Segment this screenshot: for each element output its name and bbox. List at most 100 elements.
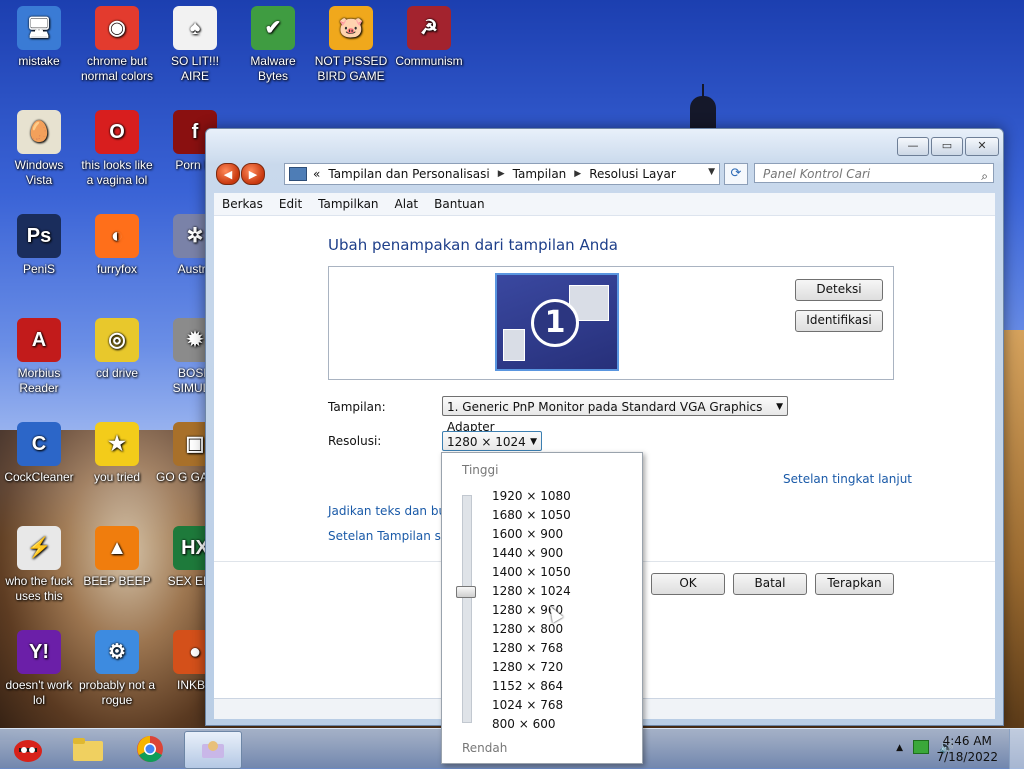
- search-input[interactable]: Panel Kontrol Cari ⌕: [754, 163, 994, 183]
- resolution-slider-track[interactable]: [462, 495, 472, 723]
- desktop-icon[interactable]: ✔ Malware Bytes: [234, 6, 312, 84]
- address-bar[interactable]: « Tampilan dan Personalisasi ▶ Tampilan …: [284, 163, 720, 185]
- search-icon[interactable]: ⌕: [981, 166, 988, 186]
- resolution-select[interactable]: 1280 × 1024 ▼: [442, 431, 542, 451]
- ok-button[interactable]: OK: [651, 573, 725, 595]
- chevron-down-icon: ▼: [776, 402, 783, 412]
- desktop-icon-image: ♠: [173, 6, 217, 50]
- monitor-panel: 1 Deteksi Identifikasi: [328, 266, 894, 380]
- clock-date: 7/18/2022: [936, 750, 998, 764]
- resolution-option[interactable]: 1280 × 768: [492, 639, 571, 658]
- desktop-icon-image: ⚙: [95, 630, 139, 674]
- maximize-button[interactable]: ▭: [931, 137, 963, 156]
- resolution-option[interactable]: 1280 × 720: [492, 658, 571, 677]
- desktop-icon[interactable]: ♠ SO LIT!!! AIRE: [156, 6, 234, 84]
- desktop-icon-label: Malware Bytes: [250, 54, 296, 83]
- show-desktop-button[interactable]: [1009, 729, 1024, 769]
- monitor-1-preview[interactable]: 1: [495, 273, 619, 371]
- breadcrumb-appearance[interactable]: Tampilan dan Personalisasi: [328, 167, 489, 181]
- desktop-icon[interactable]: Othis looks like a vagina lol: [78, 110, 156, 188]
- detect-button[interactable]: Deteksi: [795, 279, 883, 301]
- desktop-icon[interactable]: ⚙ probably not a rogue: [78, 630, 156, 708]
- desktop-icon[interactable]: Ps PeniS: [0, 214, 78, 277]
- desktop-icon-label: doesn't work lol: [5, 678, 73, 707]
- display-label: Tampilan:: [328, 400, 386, 414]
- display-select[interactable]: 1. Generic PnP Monitor pada Standard VGA…: [442, 396, 788, 434]
- resolution-option[interactable]: 800 × 600: [492, 715, 571, 734]
- desktop-icon[interactable]: A Morbius Reader: [0, 318, 78, 396]
- network-icon[interactable]: [913, 740, 930, 754]
- control-panel-taskbar-icon[interactable]: [184, 731, 242, 769]
- breadcrumb-separator-icon[interactable]: ▶: [498, 169, 505, 179]
- resolution-option[interactable]: 1152 × 864: [492, 677, 571, 696]
- desktop-icon-label: you tried: [93, 470, 141, 484]
- high-label: Tinggi: [462, 463, 499, 477]
- desktop-icon-image: A: [17, 318, 61, 362]
- resolution-slider-thumb[interactable]: [456, 586, 476, 598]
- desktop-icon[interactable]: ⚡ who the fuck uses this: [0, 526, 78, 604]
- desktop-icon[interactable]: C CockCleaner: [0, 422, 78, 485]
- desktop-icon[interactable]: ★ you tried: [78, 422, 156, 485]
- desktop-icon-image: ▲: [95, 526, 139, 570]
- desktop-icon[interactable]: ◐ furryfox: [78, 214, 156, 277]
- resolution-option[interactable]: 1440 × 900: [492, 544, 571, 563]
- cancel-button[interactable]: Batal: [733, 573, 807, 595]
- desktop-icon-image: 🖥: [17, 6, 61, 50]
- menu-tools[interactable]: Alat: [395, 197, 419, 211]
- desktop-icon[interactable]: ◉ chrome but normal colors: [78, 6, 156, 84]
- desktop-icon-image: 🥚: [17, 110, 61, 154]
- back-icon[interactable]: ◀: [216, 163, 240, 185]
- identify-button[interactable]: Identifikasi: [795, 310, 883, 332]
- resolution-option[interactable]: 1920 × 1080: [492, 487, 571, 506]
- desktop-icon-label: CockCleaner: [4, 470, 74, 484]
- folder-taskbar-icon[interactable]: [62, 731, 114, 767]
- desktop-icon[interactable]: 🥚 Windows Vista: [0, 110, 78, 188]
- show-hidden-icons-icon[interactable]: ▲: [896, 740, 903, 754]
- resolution-option[interactable]: 1280 × 1024: [492, 582, 571, 601]
- desktop-icon[interactable]: 🐷 NOT PISSED BIRD GAME: [312, 6, 390, 84]
- menu-file[interactable]: Berkas: [222, 197, 263, 211]
- breadcrumb-overflow[interactable]: «: [313, 167, 320, 181]
- refresh-icon[interactable]: ⟳: [724, 163, 748, 185]
- angry-birds-taskbar-icon[interactable]: [2, 731, 54, 767]
- resolution-option[interactable]: 1280 × 800: [492, 620, 571, 639]
- minimize-button[interactable]: —: [897, 137, 929, 156]
- desktop-icon[interactable]: ▲ BEEP BEEP: [78, 526, 156, 589]
- desktop-icon-label: who the fuck uses this: [5, 574, 73, 603]
- desktop-icon-image: O: [95, 110, 139, 154]
- desktop-icon[interactable]: Y! doesn't work lol: [0, 630, 78, 708]
- resolution-option[interactable]: 1400 × 1050: [492, 563, 571, 582]
- menu-edit[interactable]: Edit: [279, 197, 302, 211]
- resolution-option[interactable]: 1680 × 1050: [492, 506, 571, 525]
- address-dropdown-icon[interactable]: ▼: [708, 167, 715, 177]
- desktop-icon-image: ★: [95, 422, 139, 466]
- desktop-icon-label: cd drive: [95, 366, 139, 380]
- menu-view[interactable]: Tampilkan: [318, 197, 378, 211]
- desktop-icon[interactable]: 🖥 mistake: [0, 6, 78, 69]
- resolution-option[interactable]: 1600 × 900: [492, 525, 571, 544]
- resolution-dropdown: Tinggi 1920 × 1080 1680 × 1050 1600 × 900 1…: [441, 452, 643, 764]
- breadcrumb-display[interactable]: Tampilan: [513, 167, 567, 181]
- desktop-icon-label: this looks like a vagina lol: [81, 158, 153, 187]
- desktop-icon-label: chrome but normal colors: [80, 54, 154, 83]
- menu-help[interactable]: Bantuan: [434, 197, 484, 211]
- resolution-select-value: 1280 × 1024: [447, 435, 526, 449]
- control-panel-icon: [289, 167, 307, 181]
- desktop-icon-label: BEEP BEEP: [83, 574, 151, 588]
- desktop-icon-label: Morbius Reader: [17, 366, 61, 395]
- desktop-icon[interactable]: ◎ cd drive: [78, 318, 156, 381]
- close-button[interactable]: ✕: [965, 137, 999, 156]
- desktop-icon-image: ◎: [95, 318, 139, 362]
- breadcrumb-screen-resolution: Resolusi Layar: [589, 167, 676, 181]
- desktop-icon[interactable]: ☭ Communism: [390, 6, 468, 69]
- breadcrumb-separator-icon[interactable]: ▶: [574, 169, 581, 179]
- text-size-link[interactable]: Jadikan teks dan butir: [328, 504, 459, 518]
- forward-icon[interactable]: ▶: [241, 163, 265, 185]
- low-label: Rendah: [462, 741, 508, 755]
- resolution-option[interactable]: 1024 × 768: [492, 696, 571, 715]
- chrome-taskbar-icon[interactable]: [124, 731, 176, 767]
- advanced-settings-link[interactable]: Setelan tingkat lanjut: [783, 472, 912, 486]
- desktop-icon-label: Windows Vista: [14, 158, 64, 187]
- apply-button[interactable]: Terapkan: [815, 573, 894, 595]
- clock[interactable]: 4:46 AM 7/18/2022: [936, 733, 998, 765]
